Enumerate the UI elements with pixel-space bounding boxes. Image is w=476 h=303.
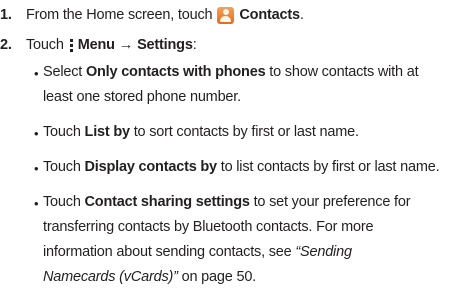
step-punctuation: . bbox=[299, 7, 304, 23]
bullet-lead: Touch bbox=[43, 194, 85, 210]
bullet-continuation: information about sending contacts, see … bbox=[43, 244, 352, 260]
step-number: 2. bbox=[0, 37, 12, 53]
bullet-lead: Touch bbox=[43, 124, 85, 140]
bullet-item-list-by: Touch List by to sort contacts by first … bbox=[43, 124, 359, 140]
bullet-lead: Touch bbox=[43, 159, 85, 175]
option-name: Contact sharing settings bbox=[84, 194, 250, 210]
cross-reference: Namecards (vCards)” bbox=[43, 269, 178, 285]
bullet-text: to sort contacts by first or last name. bbox=[129, 124, 359, 140]
step-text: Touch bbox=[26, 37, 64, 53]
bullet-icon: • bbox=[34, 196, 39, 211]
step-1: 1. From the Home screen, touch Contacts. bbox=[0, 4, 304, 26]
bullet-text: to set your preference for bbox=[249, 194, 411, 210]
bullet-icon: • bbox=[34, 66, 39, 81]
settings-label: Settings bbox=[137, 37, 193, 53]
bullet-item-only-contacts: Select Only contacts with phones to show… bbox=[43, 64, 419, 80]
bullet-item-display-contacts-by: Touch Display contacts by to list contac… bbox=[43, 159, 440, 175]
bullet-continuation: least one stored phone number. bbox=[43, 89, 241, 105]
bullet-lead: Select bbox=[43, 64, 86, 80]
menu-label: Menu bbox=[77, 37, 115, 53]
option-name: Only contacts with phones bbox=[85, 64, 266, 80]
step-2: 2. Touch Menu → Settings: bbox=[0, 34, 197, 56]
bullet-text: to list contacts by first or last name. bbox=[216, 159, 440, 175]
bullet-continuation: Namecards (vCards)” on page 50. bbox=[43, 269, 256, 285]
contacts-label: Contacts bbox=[239, 7, 300, 23]
option-name: Display contacts by bbox=[84, 159, 218, 175]
bullet-continuation: transferring contacts by Bluetooth conta… bbox=[43, 219, 374, 235]
step-punctuation: : bbox=[192, 37, 197, 53]
arrow-icon: → bbox=[118, 37, 134, 53]
step-number: 1. bbox=[0, 7, 12, 23]
step-text: From the Home screen, touch bbox=[26, 7, 213, 23]
bullet-text: information about sending contacts, see bbox=[43, 244, 296, 260]
bullet-text: to show contacts with at bbox=[265, 64, 419, 80]
page-reference: on page 50. bbox=[177, 269, 257, 285]
menu-icon bbox=[69, 38, 73, 52]
instructions-page: 1. From the Home screen, touch Contacts.… bbox=[0, 0, 476, 303]
option-name: List by bbox=[84, 124, 131, 140]
contacts-app-icon bbox=[217, 6, 235, 24]
bullet-item-contact-sharing: Touch Contact sharing settings to set yo… bbox=[43, 194, 411, 210]
bullet-icon: • bbox=[34, 126, 39, 141]
cross-reference: “Sending bbox=[295, 244, 352, 260]
bullet-icon: • bbox=[34, 161, 39, 176]
